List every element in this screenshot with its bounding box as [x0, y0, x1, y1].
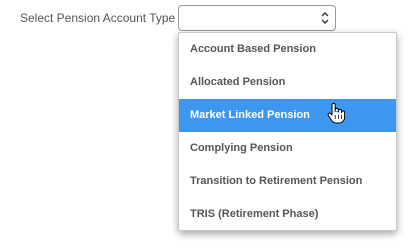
option-label: TRIS (Retirement Phase) — [190, 208, 319, 220]
pension-account-type-label: Select Pension Account Type — [20, 11, 176, 25]
up-down-caret-icon — [321, 12, 329, 24]
option-complying-pension[interactable]: Complying Pension — [179, 132, 396, 165]
option-tris-retirement-phase[interactable]: TRIS (Retirement Phase) — [179, 198, 396, 231]
option-label: Complying Pension — [190, 142, 293, 154]
pension-account-type-select[interactable] — [178, 5, 336, 31]
option-label: Allocated Pension — [190, 76, 286, 88]
pension-form: Select Pension Account Type Account Base… — [0, 0, 416, 249]
option-allocated-pension[interactable]: Allocated Pension — [179, 66, 396, 99]
pension-type-dropdown-list: Account Based Pension Allocated Pension … — [178, 32, 397, 231]
option-market-linked-pension[interactable]: Market Linked Pension — [179, 99, 396, 132]
option-label: Account Based Pension — [190, 43, 316, 55]
option-label: Transition to Retirement Pension — [190, 175, 363, 187]
hand-pointer-icon — [327, 102, 345, 124]
option-transition-to-retirement-pension[interactable]: Transition to Retirement Pension — [179, 165, 396, 198]
option-label: Market Linked Pension — [190, 109, 310, 121]
option-account-based-pension[interactable]: Account Based Pension — [179, 33, 396, 66]
